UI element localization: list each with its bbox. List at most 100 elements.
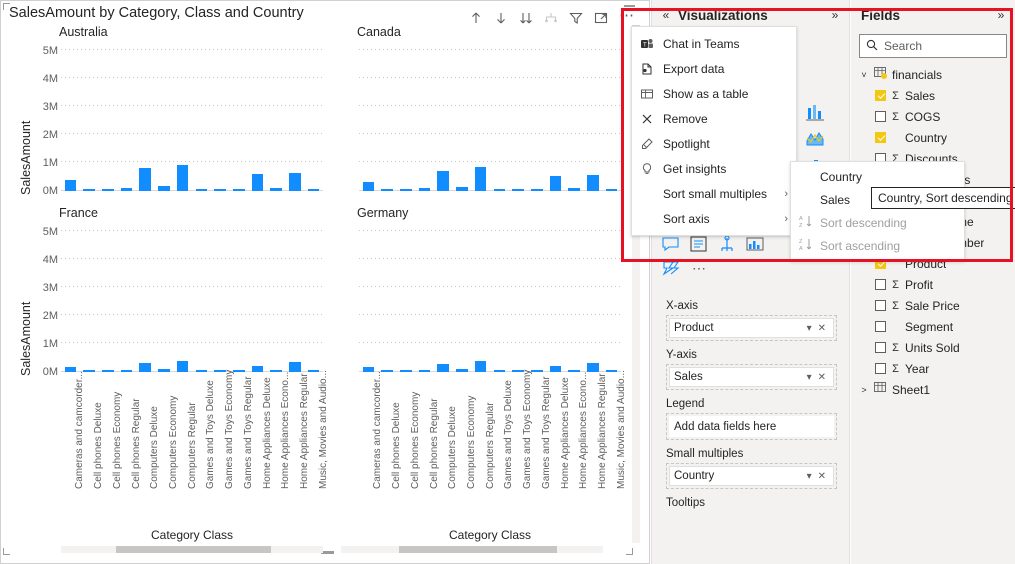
field-item[interactable]: Country [851, 127, 1015, 148]
bar[interactable] [270, 187, 282, 191]
expand-all-down-icon[interactable] [519, 11, 533, 25]
field-checkbox[interactable] [875, 90, 886, 101]
context-menu-item-export-data[interactable]: Export data [632, 56, 796, 81]
expand-fields-pane-icon[interactable]: » [993, 8, 1009, 22]
focus-mode-icon[interactable] [594, 11, 608, 25]
field-item[interactable]: Σ Year [851, 358, 1015, 379]
more-visuals-icon[interactable]: ⋯ [686, 256, 712, 280]
search-input[interactable]: Search [859, 34, 1007, 58]
chevron-down-icon[interactable]: ▾ [804, 471, 815, 482]
bar[interactable] [399, 189, 412, 191]
bar[interactable] [474, 167, 487, 191]
context-menu-item-sort-small-multiples[interactable]: Sort small multiples › [632, 181, 796, 206]
submenu-item-sort-ascending[interactable]: Z A Sort ascending [791, 234, 964, 257]
field-checkbox[interactable] [875, 342, 886, 353]
bar[interactable] [381, 189, 393, 191]
bar[interactable] [139, 363, 151, 372]
expand-pane-icon[interactable]: » [827, 8, 843, 22]
bar[interactable] [101, 189, 114, 191]
stacked-column-chart-icon[interactable] [802, 100, 828, 124]
more-options-icon[interactable]: ⋯ [619, 8, 634, 25]
field-checkbox[interactable] [875, 363, 886, 374]
bar[interactable] [512, 189, 524, 191]
bar[interactable] [251, 365, 264, 372]
resize-handle-bottom-right[interactable] [626, 548, 633, 555]
bar[interactable] [120, 370, 133, 372]
resize-handle-bottom-left[interactable] [3, 548, 10, 555]
fields-table-sheet1[interactable]: ˃ Sheet1 [851, 379, 1015, 400]
chevron-right-icon[interactable]: ˃ [859, 385, 869, 395]
context-menu-item-get-insights[interactable]: Get insights [632, 156, 796, 181]
submenu-item-country[interactable]: Country [791, 165, 964, 188]
bar[interactable] [549, 365, 562, 372]
bar[interactable] [362, 181, 375, 191]
power-automate-icon[interactable] [658, 256, 684, 280]
bar[interactable] [474, 361, 487, 372]
bar[interactable] [101, 370, 114, 372]
bar[interactable] [120, 187, 133, 191]
submenu-item-sort-descending[interactable]: A Z Sort descending [791, 211, 964, 234]
field-item[interactable]: Σ Profit [851, 274, 1015, 295]
context-menu-item-remove[interactable]: Remove [632, 106, 796, 131]
bar[interactable] [549, 176, 562, 191]
bar[interactable] [456, 369, 468, 372]
bar[interactable] [437, 170, 449, 191]
bar[interactable] [289, 172, 301, 191]
bar[interactable] [214, 189, 226, 191]
horizontal-scrollbar-right[interactable] [341, 546, 603, 553]
drill-mode-icon[interactable] [544, 11, 558, 25]
bar[interactable] [289, 362, 301, 372]
bar[interactable] [176, 360, 189, 372]
remove-field-icon[interactable]: ✕ [815, 471, 829, 482]
field-item[interactable]: Σ Sale Price [851, 295, 1015, 316]
field-item[interactable]: Σ Units Sold [851, 337, 1015, 358]
context-menu-item-show-as-a-table[interactable]: Show as a table [632, 81, 796, 106]
bar[interactable] [399, 370, 412, 372]
bar[interactable] [493, 189, 506, 191]
field-checkbox[interactable] [875, 300, 886, 311]
field-checkbox[interactable] [875, 132, 886, 143]
bar[interactable] [83, 189, 95, 191]
bar[interactable] [587, 362, 599, 372]
bar[interactable] [530, 189, 543, 191]
collapse-pane-icon[interactable]: « [658, 8, 674, 22]
context-menu-item-chat-in-teams[interactable]: T Chat in Teams [632, 31, 796, 56]
context-menu-item-sort-axis[interactable]: Sort axis › [632, 206, 796, 231]
field-item[interactable]: Σ Sales [851, 85, 1015, 106]
bar[interactable] [418, 370, 431, 372]
bar[interactable] [176, 164, 189, 191]
fields-table-financials[interactable]: ˅ financials [851, 64, 1015, 85]
drill-up-icon[interactable] [469, 11, 483, 25]
area-chart-icon[interactable] [802, 126, 828, 150]
field-well-y-axis[interactable]: Sales ▾ ✕ [666, 364, 837, 390]
bar[interactable] [158, 186, 170, 191]
bar[interactable] [83, 370, 95, 372]
chevron-down-icon[interactable]: ▾ [804, 323, 815, 334]
field-well-small-multiples[interactable]: Country ▾ ✕ [666, 463, 837, 489]
field-checkbox[interactable] [875, 321, 886, 332]
field-checkbox[interactable] [875, 279, 886, 290]
bar[interactable] [139, 167, 151, 191]
field-item[interactable]: Segment [851, 316, 1015, 337]
bar[interactable] [158, 369, 170, 372]
bar[interactable] [437, 363, 449, 372]
chevron-down-icon[interactable]: ▾ [804, 372, 815, 383]
bar[interactable] [307, 189, 320, 191]
filter-icon[interactable] [569, 11, 583, 25]
bar[interactable] [605, 189, 618, 191]
field-well-x-axis[interactable]: Product ▾ ✕ [666, 315, 837, 341]
bar[interactable] [456, 187, 468, 191]
bar[interactable] [232, 189, 245, 191]
bar[interactable] [64, 180, 77, 191]
remove-field-icon[interactable]: ✕ [815, 372, 829, 383]
drill-down-icon[interactable] [494, 11, 508, 25]
field-item[interactable]: Σ COGS [851, 106, 1015, 127]
bar[interactable] [418, 188, 431, 191]
bar[interactable] [587, 174, 599, 191]
bar[interactable] [195, 370, 208, 372]
bar[interactable] [493, 370, 506, 372]
bar[interactable] [195, 189, 208, 191]
field-well-legend[interactable]: Add data fields here [666, 413, 837, 440]
context-menu-item-spotlight[interactable]: Spotlight [632, 131, 796, 156]
bar[interactable] [251, 173, 264, 191]
